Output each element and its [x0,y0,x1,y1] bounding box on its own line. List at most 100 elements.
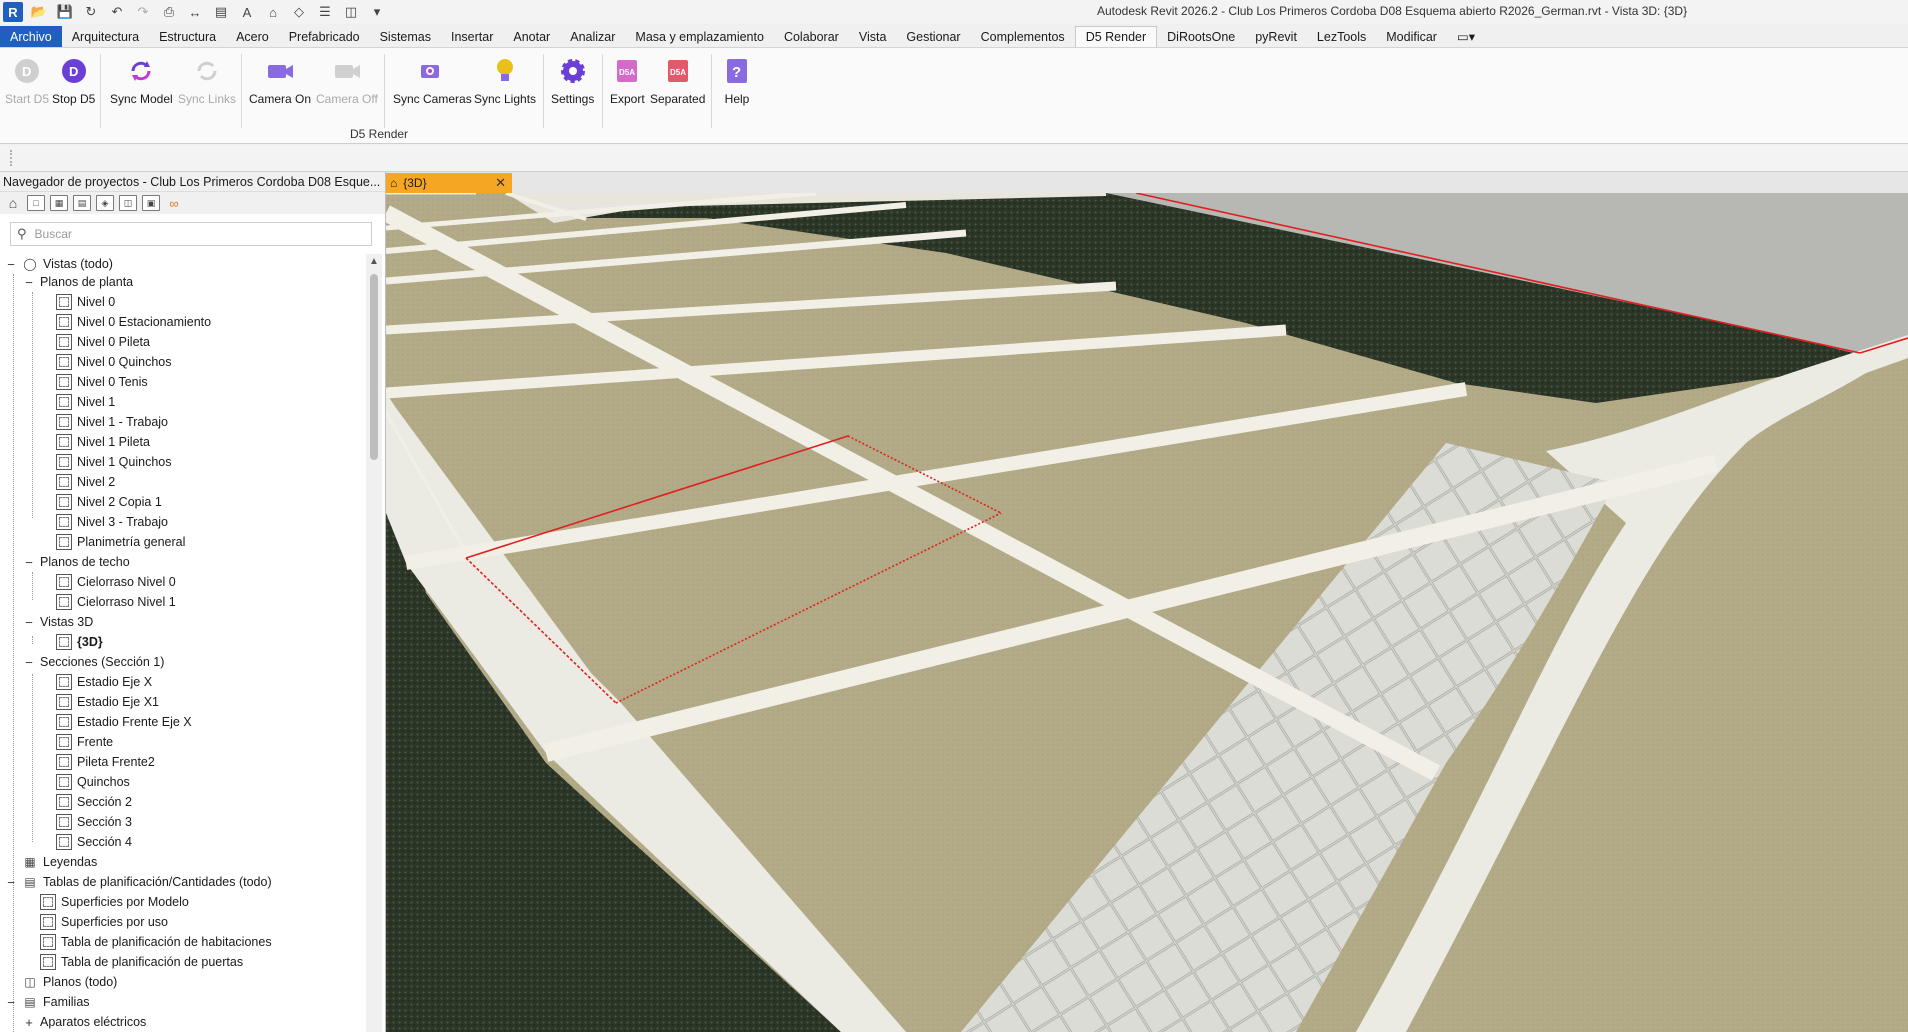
revit-logo-icon[interactable]: R [3,2,23,22]
redo-icon[interactable]: ↷ [133,3,153,21]
scroll-up-icon[interactable]: ▲ [369,256,379,267]
tree-node-vistas-3d[interactable]: − Vistas 3D [24,612,93,632]
collapse-icon[interactable]: − [24,615,34,630]
undo-icon[interactable]: ↶ [107,3,127,21]
browser-scrollbar[interactable]: ▲ [366,254,382,1032]
tree-item-view[interactable]: Tabla de planificación de puertas [40,952,243,972]
tree-item-view[interactable]: Planimetría general [56,532,185,552]
ribbon-display-toggle-icon[interactable]: ▭▾ [1447,26,1485,47]
tab-insertar[interactable]: Insertar [441,26,503,47]
home-icon[interactable]: ⌂ [4,195,22,211]
tab-sistemas[interactable]: Sistemas [370,26,441,47]
collapse-icon[interactable]: − [6,257,16,272]
tree-item-view[interactable]: Estadio Frente Eje X [56,712,192,732]
tree-item-view[interactable]: Nivel 1 - Trabajo [56,412,168,432]
tree-node-familias[interactable]: − ▤ Familias [6,992,89,1012]
settings-button[interactable]: Settings [551,56,594,106]
tree-item-view[interactable]: Frente [56,732,113,752]
collapse-icon[interactable]: − [24,275,34,290]
views-icon[interactable]: □ [27,195,45,211]
tab-acero[interactable]: Acero [226,26,279,47]
tree-node-secciones[interactable]: − Secciones (Sección 1) [24,652,164,672]
tab-leztools[interactable]: LezTools [1307,26,1376,47]
collapse-icon[interactable]: − [24,655,34,670]
view-tab-3d[interactable]: ⌂ {3D} ✕ [386,173,512,193]
tree-item-view[interactable]: Nivel 0 Quinchos [56,352,172,372]
tree-item-view[interactable]: Sección 3 [56,812,132,832]
options-bar-grip[interactable] [10,150,12,166]
help-button[interactable]: ? Help [722,56,752,106]
tab-archivo[interactable]: Archivo [0,26,62,47]
tab-arquitectura[interactable]: Arquitectura [62,26,149,47]
tree-node-planos[interactable]: ◫ Planos (todo) [22,972,117,992]
text-icon[interactable]: A [237,3,257,21]
collapse-icon[interactable]: − [6,875,16,890]
tree-item-view[interactable]: Nivel 0 [56,292,115,312]
tree-node-vistas[interactable]: − ◯ Vistas (todo) [6,254,113,274]
scroll-thumb[interactable] [370,274,378,460]
tab-modificar[interactable]: Modificar [1376,26,1447,47]
camera-on-button[interactable]: Camera On [249,56,311,106]
tree-item-view[interactable]: Estadio Eje X [56,672,152,692]
expand-icon[interactable]: + [24,1015,34,1030]
tab-prefabricado[interactable]: Prefabricado [279,26,370,47]
tree-node-planos-planta[interactable]: − Planos de planta [24,272,133,292]
collapse-icon[interactable]: − [24,555,34,570]
section-box-icon[interactable]: ◇ [289,3,309,21]
tree-item-view[interactable]: Quinchos [56,772,130,792]
tab-colaborar[interactable]: Colaborar [774,26,849,47]
tree-item-view[interactable]: Superficies por Modelo [40,892,189,912]
sync-cameras-button[interactable]: Sync Cameras [393,56,472,106]
collapse-icon[interactable]: − [6,995,16,1010]
home-view-icon[interactable]: ⌂ [263,3,283,21]
tree-item-view[interactable]: Sección 4 [56,832,132,852]
tab-complementos[interactable]: Complementos [971,26,1075,47]
tree-item-view[interactable]: Nivel 1 [56,392,115,412]
tree-item-view[interactable]: Sección 2 [56,792,132,812]
tree-item-view[interactable]: Nivel 2 Copia 1 [56,492,162,512]
tree-item-view[interactable]: Nivel 2 [56,472,115,492]
tree-item-view[interactable]: Nivel 0 Tenis [56,372,148,392]
tree-item-view[interactable]: Nivel 3 - Trabajo [56,512,168,532]
tree-item-view[interactable]: Nivel 0 Pileta [56,332,150,352]
tree-item-view[interactable]: Estadio Eje X1 [56,692,159,712]
tree-node-leyendas[interactable]: ▦ Leyendas [22,852,97,872]
open-icon[interactable]: 📂 [29,3,49,21]
sync-links-button[interactable]: Sync Links [178,56,236,106]
thin-lines-icon[interactable]: ☰ [315,3,335,21]
tab-gestionar[interactable]: Gestionar [896,26,970,47]
measure-icon[interactable]: ↔ [185,3,205,21]
families-icon[interactable]: ◈ [96,195,114,211]
groups-icon[interactable]: ▣ [142,195,160,211]
close-icon[interactable]: ✕ [495,175,506,191]
sync-model-button[interactable]: Sync Model [110,56,173,106]
tab-anotar[interactable]: Anotar [503,26,560,47]
tab-dirootsone[interactable]: DiRootsOne [1157,26,1245,47]
search-box[interactable]: ⚲ [10,222,372,246]
tab-estructura[interactable]: Estructura [149,26,226,47]
tree-node-tablas[interactable]: − ▤ Tablas de planificación/Cantidades (… [6,872,271,892]
grid-view-icon[interactable]: ▦ [50,195,68,211]
tab-vista[interactable]: Vista [849,26,897,47]
tree-item-view[interactable]: Tabla de planificación de habitaciones [40,932,272,952]
search-input[interactable] [34,227,335,241]
close-windows-icon[interactable]: ◫ [341,3,361,21]
tree-item-view[interactable]: Superficies por uso [40,912,168,932]
start-d5-button[interactable]: D Start D5 [5,56,49,106]
tree-item-view[interactable]: Nivel 1 Pileta [56,432,150,452]
tab-masa-emplazamiento[interactable]: Masa y emplazamiento [625,26,774,47]
sync-icon[interactable]: ↻ [81,3,101,21]
link-icon[interactable]: ∞ [165,195,183,211]
align-icon[interactable]: ▤ [211,3,231,21]
tab-analizar[interactable]: Analizar [560,26,625,47]
save-icon[interactable]: 💾 [55,3,75,21]
tree-item-view-3d[interactable]: {3D} [56,632,103,652]
tree-item-view[interactable]: Nivel 0 Estacionamiento [56,312,211,332]
3d-scene[interactable] [386,193,1908,1032]
print-icon[interactable]: ⎙ [159,3,179,21]
export-button[interactable]: D5A Export [610,56,645,106]
camera-off-button[interactable]: Camera Off [316,56,378,106]
sheets-icon[interactable]: ◫ [119,195,137,211]
tree-item-view[interactable]: Nivel 1 Quinchos [56,452,172,472]
3d-viewport[interactable] [386,193,1908,1032]
